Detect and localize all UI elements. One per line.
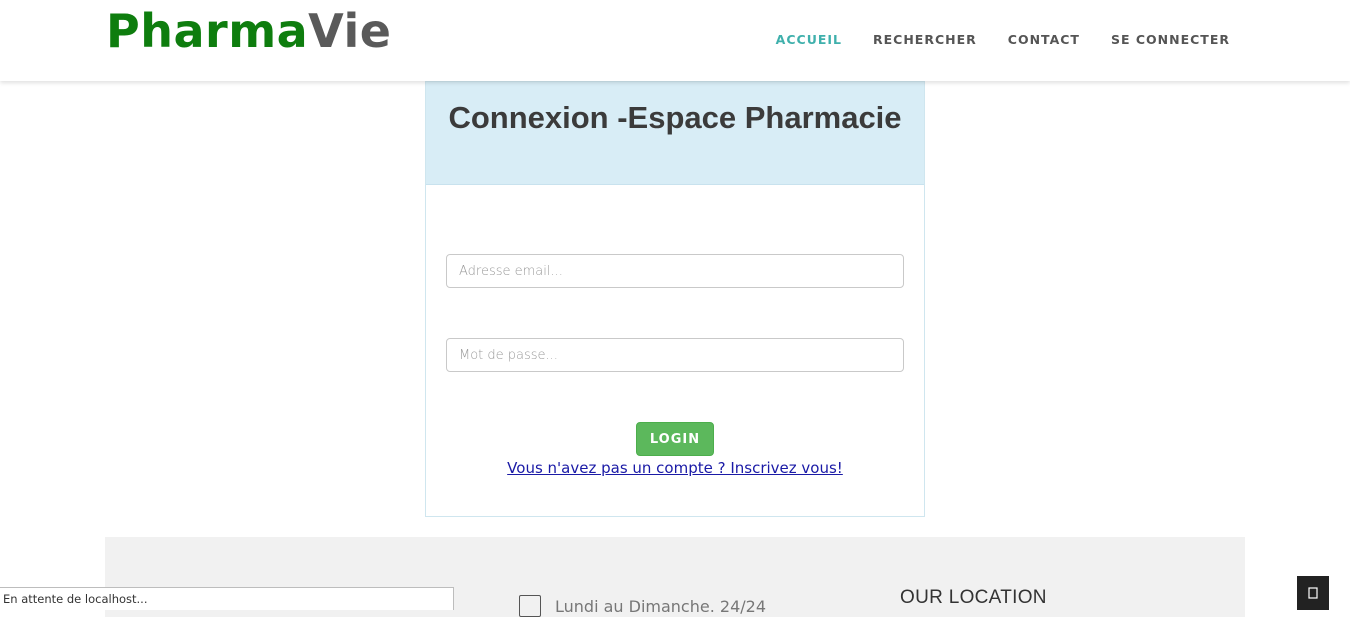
- brand-name-part1: Pharma: [106, 4, 309, 58]
- login-card-header: Connexion -Espace Pharmacie: [426, 82, 924, 185]
- nav-item-contact[interactable]: CONTACT: [1008, 31, 1080, 49]
- login-title: Connexion -Espace Pharmacie: [448, 100, 902, 135]
- login-card: Connexion -Espace Pharmacie LOGIN Vous n…: [425, 81, 925, 517]
- brand-name-part2: Vie: [308, 4, 392, 58]
- nav-item-accueil[interactable]: ACCUEIL: [776, 31, 842, 49]
- site-header: PharmaVie ACCUEIL RECHERCHER CONTACT SE …: [0, 0, 1350, 81]
- opening-hours-text: Lundi au Dimanche. 24/24: [555, 596, 766, 616]
- arrow-up-icon: [1308, 587, 1318, 599]
- signup-link[interactable]: Vous n'avez pas un compte ? Inscrivez vo…: [426, 459, 924, 477]
- clock-icon: [519, 595, 541, 617]
- brand-logo[interactable]: PharmaVie: [106, 2, 391, 60]
- browser-status-bar: En attente de localhost...: [0, 587, 454, 610]
- password-input[interactable]: [446, 338, 904, 372]
- nav-item-rechercher[interactable]: RECHERCHER: [873, 31, 977, 49]
- email-input[interactable]: [446, 254, 904, 288]
- opening-hours: Lundi au Dimanche. 24/24: [519, 595, 766, 617]
- login-button[interactable]: LOGIN: [636, 422, 714, 456]
- location-heading: OUR LOCATION: [900, 587, 1047, 608]
- scroll-to-top-button[interactable]: [1297, 576, 1329, 610]
- nav-item-se-connecter[interactable]: SE CONNECTER: [1111, 31, 1230, 49]
- main-nav: ACCUEIL RECHERCHER CONTACT SE CONNECTER: [776, 31, 1230, 49]
